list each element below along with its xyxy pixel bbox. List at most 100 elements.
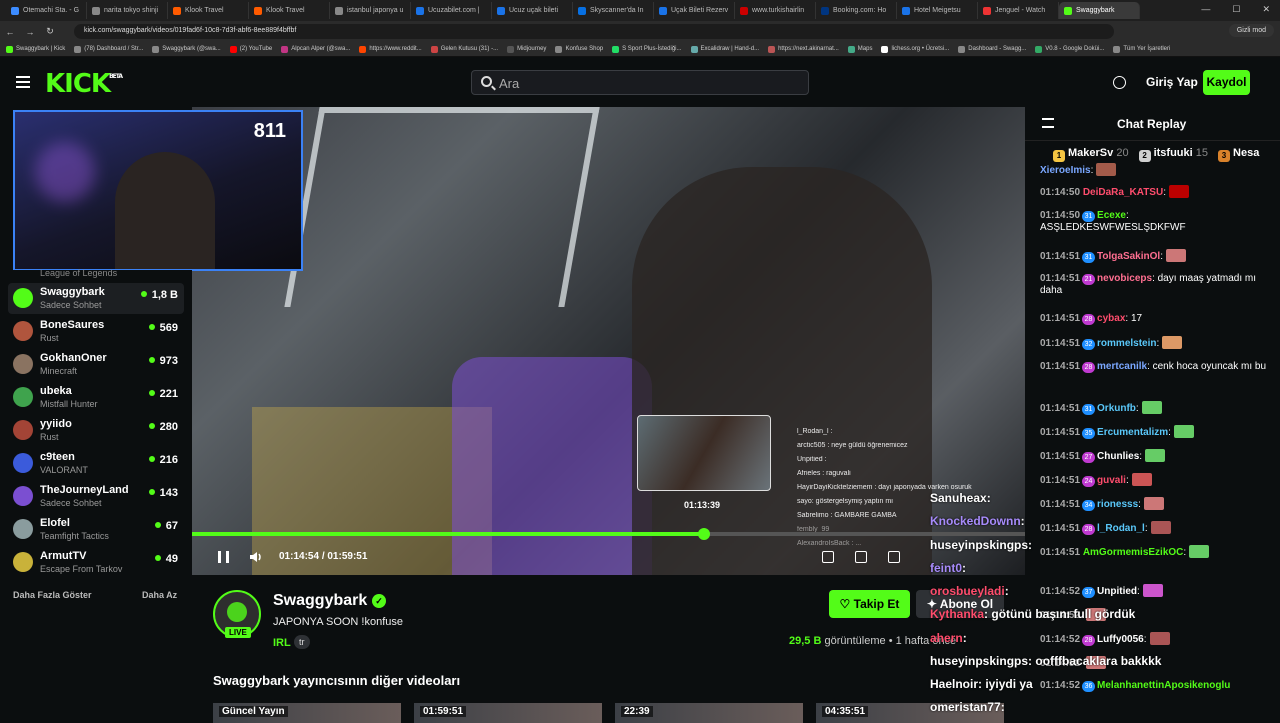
bookmark-item[interactable]: Midjourney [507, 45, 546, 53]
chat-timestamp: 01:14:51 [1040, 475, 1081, 486]
bookmark-item[interactable]: Swaggybark (@swa... [152, 45, 221, 53]
chat-username[interactable]: AmGormemisEzikOC [1083, 547, 1184, 558]
sidebar-channel-item[interactable]: yyiido Rust 280 [8, 415, 184, 446]
bookmark-item[interactable]: Alpcan Alper (@swa... [281, 45, 350, 53]
browser-tab[interactable]: Klook Travel [249, 2, 330, 19]
bookmark-item[interactable]: Maps [847, 45, 872, 53]
video-thumbnail[interactable]: 01:59:51 [414, 703, 602, 723]
chat-username[interactable]: Ercumentalizm [1097, 427, 1168, 438]
chat-username[interactable]: XieroeImis [1040, 165, 1091, 176]
bookmark-item[interactable]: Excalidraw | Hand-d... [690, 45, 759, 53]
chat-username[interactable]: Luffy0056 [1097, 634, 1144, 645]
chat-username[interactable]: Chunlies [1097, 451, 1139, 462]
chat-username[interactable]: rionesss [1097, 499, 1138, 510]
bookmark-item[interactable]: Swaggybark | Kick [6, 45, 65, 53]
bookmark-item[interactable]: Konfuse Shop [555, 45, 603, 53]
chat-username[interactable]: Ecexe [1097, 210, 1126, 221]
volume-icon[interactable] [249, 550, 263, 564]
reload-icon[interactable]: ↻ [40, 26, 60, 37]
seek-preview-time: 01:13:39 [684, 500, 721, 510]
miniplayer-icon[interactable] [822, 551, 834, 563]
overlay-text: : iyiydi ya [978, 677, 1033, 691]
sidebar-channel-item[interactable]: c9teen VALORANT 216 [8, 448, 184, 479]
close-icon[interactable]: ✕ [1262, 4, 1270, 15]
sidebar-channel-item[interactable]: BoneSaures Rust 569 [8, 316, 184, 347]
back-icon[interactable]: ← [0, 27, 20, 37]
collapse-chat-icon[interactable] [1042, 118, 1054, 128]
browser-tab[interactable]: www.turkishairlin [735, 2, 816, 19]
browser-tab[interactable]: Skyscanner'da In [573, 2, 654, 19]
menu-icon[interactable] [16, 76, 30, 88]
bookmark-item[interactable]: Tüm Yer İşaretleri [1113, 45, 1170, 53]
browser-tab[interactable]: Jenguel - Watch [978, 2, 1059, 19]
subscriber-badge: 27 [1082, 452, 1096, 463]
browser-tab[interactable]: Ucuz uçak bileti [492, 2, 573, 19]
bookmark-label: S Sport Plus-İstediği... [622, 46, 682, 52]
sidebar-viewer-count: 569 [149, 322, 178, 334]
bookmark-item[interactable]: https://next.akinarnat... [768, 45, 839, 53]
chat-text: : [1137, 586, 1140, 597]
bookmark-item[interactable]: Gelen Kutusu (31) -... [430, 45, 498, 53]
browser-tab[interactable]: Swaggybark [1059, 2, 1140, 19]
bookmark-item[interactable]: (78) Dashboard / Str... [74, 45, 143, 53]
bookmark-icon [847, 45, 855, 53]
video-chat-line: Unpitied : [797, 456, 827, 463]
chat-username[interactable]: mertcanilk [1097, 361, 1147, 372]
sidebar-channel-item[interactable]: ubeka Mistfall Hunter 221 [8, 382, 184, 413]
bookmark-item[interactable]: V0.8 - Google Doküi... [1035, 45, 1104, 53]
sidebar-channel-item[interactable]: ArmutTV Escape From Tarkov 49 [8, 547, 184, 578]
chat-username[interactable]: rommelstein [1097, 338, 1156, 349]
show-less-button[interactable]: Daha Az [142, 590, 177, 600]
search-input[interactable]: Ara [471, 70, 809, 95]
show-more-button[interactable]: Daha Fazla Göster [13, 590, 92, 600]
video-thumbnail[interactable]: Güncel Yayın [213, 703, 401, 723]
chat-username[interactable]: nevobiceps [1097, 273, 1152, 284]
sidebar-channel-item[interactable]: TheJourneyLand Sadece Sohbet 143 [8, 481, 184, 512]
browser-tab[interactable]: Booking.com: Ho [816, 2, 897, 19]
sidebar-channel-item[interactable]: Swaggybark Sadece Sohbet 1,8 B [8, 283, 184, 314]
language-globe-icon[interactable] [1113, 76, 1126, 89]
browser-tab[interactable]: Ucuzabilet.com | [411, 2, 492, 19]
tab-favicon-icon [983, 6, 991, 15]
url-field[interactable]: kick.com/swaggybark/videos/019fad6f-10c8… [74, 24, 1114, 39]
video-thumbnail[interactable]: 22:39 [615, 703, 803, 723]
minimize-icon[interactable]: — [1201, 4, 1210, 15]
chat-username[interactable]: DeiDaRa_KATSU [1083, 187, 1163, 198]
bookmark-item[interactable]: (2) YouTube [229, 45, 272, 53]
chat-username[interactable]: Orkunfb [1097, 403, 1136, 414]
chat-username[interactable]: Unpitied [1097, 586, 1137, 597]
chat-username[interactable]: cybax [1097, 313, 1125, 324]
login-button[interactable]: Giriş Yap [1146, 75, 1198, 89]
maximize-icon[interactable]: ☐ [1232, 4, 1240, 15]
forward-icon[interactable]: → [20, 27, 40, 37]
clip-icon[interactable] [855, 551, 867, 563]
channel-name[interactable]: Swaggybark [273, 592, 367, 610]
chat-username[interactable]: guvali [1097, 475, 1126, 486]
chat-username[interactable]: l_Rodan_l [1097, 523, 1145, 534]
chat-timestamp: 01:14:51 [1040, 338, 1081, 349]
follow-button[interactable]: ♡ Takip Et [829, 590, 910, 618]
sidebar-viewer-count: 143 [149, 487, 178, 499]
seek-bar[interactable] [192, 528, 1025, 540]
incognito-badge[interactable]: Gizli mod [1228, 24, 1274, 37]
chat-username[interactable]: MelanhanettinAposikenoglu [1097, 680, 1230, 691]
kick-logo[interactable]: KICK BETA [45, 69, 123, 99]
category-link[interactable]: IRL [273, 637, 291, 649]
browser-tab[interactable]: Otemachi Sta. - G [6, 2, 87, 19]
theater-icon[interactable] [888, 551, 900, 563]
pause-icon[interactable] [218, 551, 229, 563]
bookmark-item[interactable]: S Sport Plus-İstediği... [612, 45, 682, 53]
signup-button[interactable]: Kaydol [1203, 70, 1250, 95]
sidebar-channel-item[interactable]: GokhanOner Minecraft 973 [8, 349, 184, 380]
browser-tab[interactable]: istanbul japonya u [330, 2, 411, 19]
chat-username[interactable]: TolgaSakinOl [1097, 251, 1160, 262]
sidebar-channel-item[interactable]: Elofel Teamfight Tactics 67 [8, 514, 184, 545]
browser-tab[interactable]: narita tokyo shinji [87, 2, 168, 19]
bookmark-item[interactable]: Dashboard - Swagg... [958, 45, 1026, 53]
browser-tab[interactable]: Klook Travel [168, 2, 249, 19]
bookmark-item[interactable]: https://www.reddit... [359, 45, 422, 53]
browser-tab[interactable]: Uçak Bileti Rezerv [654, 2, 735, 19]
seek-handle[interactable] [697, 528, 710, 540]
browser-tab[interactable]: Hotel Meigetsu [897, 2, 978, 19]
bookmark-item[interactable]: lichess.org • Ücretsi... [881, 45, 949, 53]
